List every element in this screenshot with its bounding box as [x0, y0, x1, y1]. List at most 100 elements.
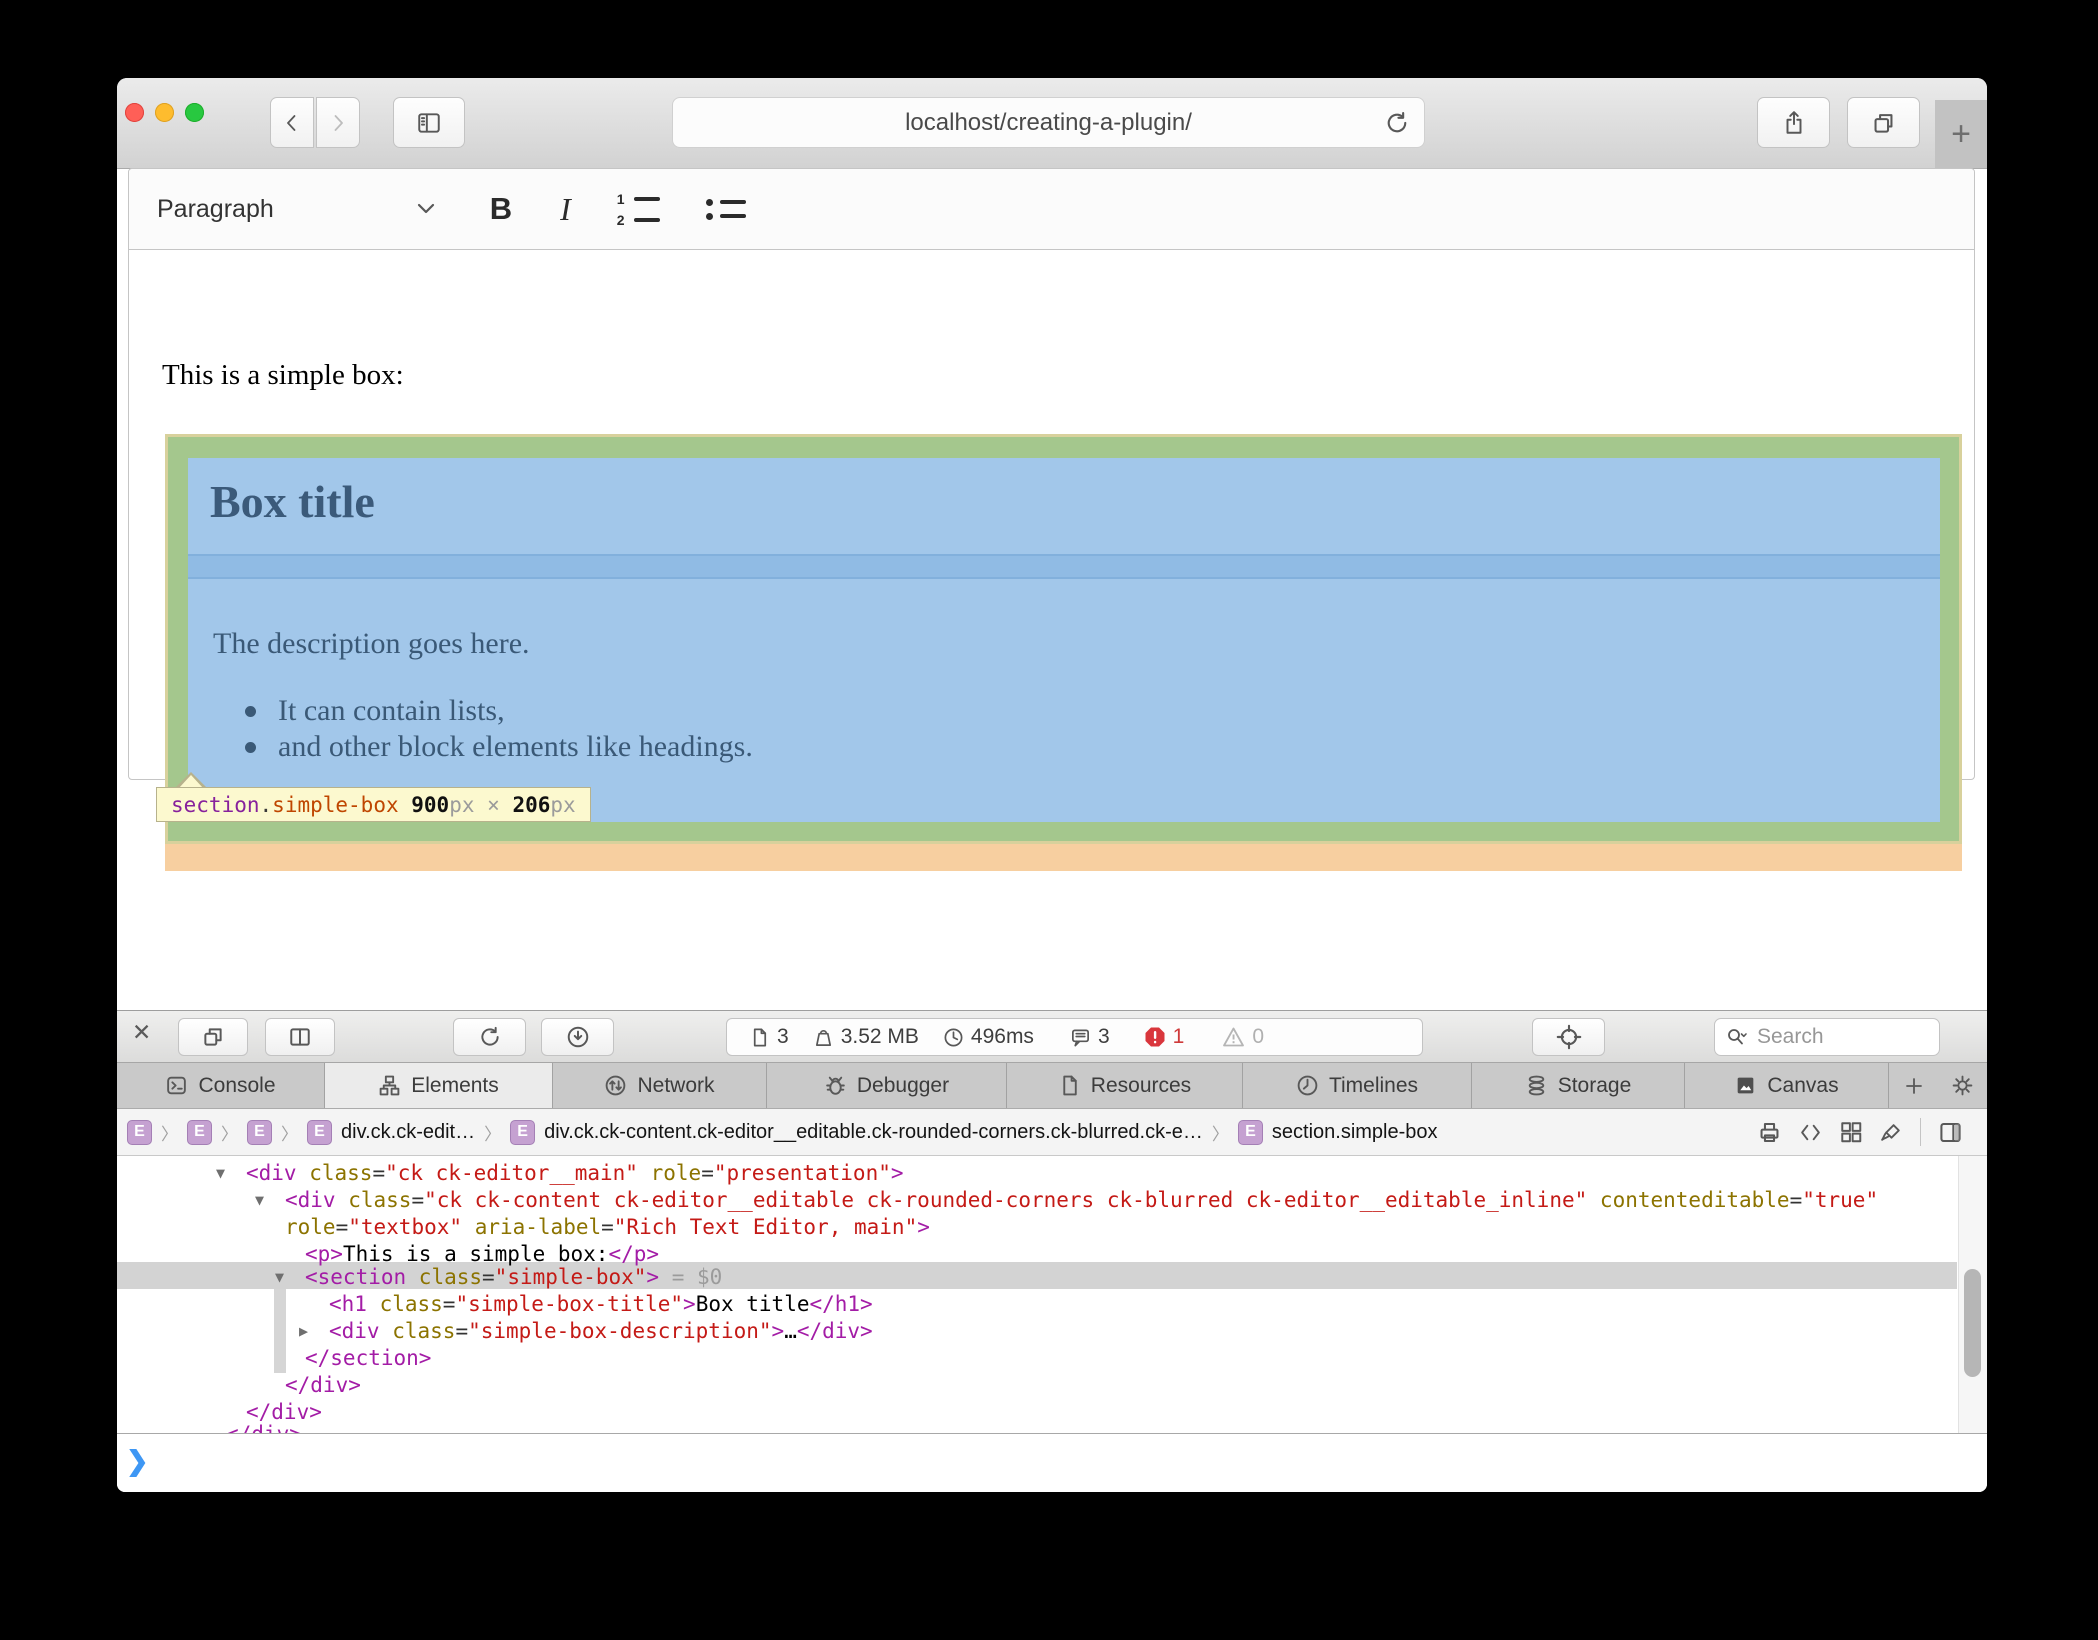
resource-count[interactable]: 3: [749, 1025, 789, 1049]
chevron-down-icon[interactable]: [416, 202, 436, 216]
url-field[interactable]: localhost/creating-a-plugin/: [672, 97, 1425, 148]
minimize-window-button[interactable]: [155, 103, 174, 122]
dom-node-line[interactable]: role="textbox" aria-label="Rich Text Edi…: [285, 1215, 930, 1239]
new-tab-button[interactable]: +: [1935, 100, 1987, 168]
dom-node-line[interactable]: ▼<div class="ck ck-content ck-editor__ed…: [285, 1188, 1878, 1212]
tab-canvas[interactable]: Canvas: [1685, 1063, 1889, 1108]
highlight-content-title: [188, 458, 1940, 554]
console-log-count[interactable]: 3: [1070, 1025, 1110, 1049]
disclosure-closed-icon[interactable]: ▶: [299, 1319, 308, 1343]
italic-button[interactable]: I: [560, 191, 571, 228]
plus-glyph: +: [1951, 115, 1971, 154]
tab-debugger[interactable]: Debugger: [767, 1063, 1007, 1108]
dom-node-line[interactable]: <p>This is a simple box:</p>: [305, 1242, 659, 1266]
paintbrush-icon[interactable]: [1880, 1121, 1903, 1144]
breadcrumb-item[interactable]: div.ck.ck-content.ck-editor__editable.ck…: [544, 1121, 1203, 1144]
disclosure-open-icon[interactable]: ▼: [216, 1161, 225, 1185]
split-view-button[interactable]: [265, 1018, 335, 1056]
breadcrumb-item[interactable]: div.ck.ck-edit…: [341, 1121, 475, 1144]
forward-button[interactable]: [316, 97, 360, 148]
simple-box-description[interactable]: The description goes here.: [213, 627, 530, 661]
element-badge[interactable]: E: [247, 1120, 272, 1145]
dock-windows-icon: [201, 1025, 225, 1049]
reload-icon[interactable]: [1384, 110, 1410, 136]
list-item[interactable]: and other block elements like headings.: [245, 729, 753, 765]
split-columns-icon: [288, 1025, 312, 1049]
chevron-right-icon: [327, 112, 349, 134]
breadcrumb-separator: 〉: [161, 1120, 178, 1145]
editor-paragraph[interactable]: This is a simple box:: [162, 359, 404, 392]
add-tab-button[interactable]: [1889, 1063, 1938, 1108]
scrollbar-thumb[interactable]: [1964, 1269, 1981, 1377]
back-button[interactable]: [270, 97, 314, 148]
canvas-icon: [1734, 1074, 1757, 1097]
dom-node-line[interactable]: </div>: [246, 1400, 322, 1424]
numbered-list-button[interactable]: 1 2: [617, 192, 660, 227]
inspector-search: [1714, 1018, 1940, 1056]
element-badge[interactable]: E: [510, 1120, 535, 1145]
search-input[interactable]: [1755, 1024, 1909, 1050]
download-button[interactable]: [541, 1018, 614, 1056]
close-inspector-button[interactable]: ✕: [132, 1019, 151, 1046]
page-weight[interactable]: 3.52 MB: [813, 1025, 919, 1049]
tab-elements[interactable]: Elements: [325, 1063, 553, 1108]
ol-digit: 1: [617, 192, 627, 206]
tab-storage[interactable]: Storage: [1472, 1063, 1685, 1108]
weight-icon: [813, 1027, 834, 1048]
print-styles-icon[interactable]: [1757, 1120, 1782, 1145]
tab-console[interactable]: Console: [117, 1063, 325, 1108]
dom-node-line[interactable]: <h1 class="simple-box-title">Box title</…: [329, 1292, 873, 1316]
highlight-margin-band: [188, 554, 1940, 579]
load-time[interactable]: 496ms: [943, 1025, 1034, 1049]
dom-node-line[interactable]: </div>: [285, 1373, 361, 1397]
dom-node-line[interactable]: ▼<section class="simple-box"> = $0: [305, 1265, 722, 1289]
show-tabs-button[interactable]: [1847, 97, 1920, 148]
inspector-toolbar: ✕ 3 3.52 MB: [117, 1011, 1987, 1063]
browser-window: localhost/creating-a-plugin/ + Paragraph…: [117, 78, 1987, 1492]
warning-count[interactable]: 0: [1222, 1025, 1264, 1049]
zoom-window-button[interactable]: [185, 103, 204, 122]
source-code-icon[interactable]: [1799, 1121, 1822, 1144]
close-window-button[interactable]: [125, 103, 144, 122]
bullet: [245, 706, 256, 717]
dom-node-line[interactable]: ▼<div class="ck ck-editor__main" role="p…: [246, 1161, 904, 1185]
simple-box-title[interactable]: Box title: [210, 475, 375, 528]
dom-node-line[interactable]: </div>: [226, 1422, 302, 1433]
error-count[interactable]: 1: [1144, 1025, 1185, 1049]
element-badge[interactable]: E: [127, 1120, 152, 1145]
console-prompt-row[interactable]: ❯: [117, 1433, 1987, 1492]
tabs-overview-icon: [1871, 110, 1896, 135]
details-sidebar-icon[interactable]: [1938, 1120, 1963, 1145]
grid-overlay-icon[interactable]: [1839, 1120, 1863, 1144]
element-picker-button[interactable]: [1532, 1018, 1605, 1056]
disclosure-open-icon[interactable]: ▼: [255, 1188, 264, 1212]
list-item[interactable]: It can contain lists,: [245, 693, 753, 729]
document-icon: [749, 1027, 770, 1048]
settings-button[interactable]: [1938, 1063, 1986, 1108]
disclosure-open-icon[interactable]: ▼: [275, 1265, 284, 1289]
dom-node-line[interactable]: ▶<div class="simple-box-description">…</…: [329, 1319, 873, 1343]
tooltip-class: simple-box: [272, 793, 398, 817]
indent-guide: [274, 1289, 286, 1373]
element-badge[interactable]: E: [307, 1120, 332, 1145]
tab-resources[interactable]: Resources: [1007, 1063, 1243, 1108]
dock-side-button[interactable]: [178, 1018, 248, 1056]
paragraph-dropdown[interactable]: Paragraph: [157, 195, 274, 224]
element-badge[interactable]: E: [1238, 1120, 1263, 1145]
element-badge[interactable]: E: [187, 1120, 212, 1145]
bold-button[interactable]: B: [490, 191, 512, 227]
tab-timelines[interactable]: Timelines: [1243, 1063, 1472, 1108]
breadcrumb-item-selected[interactable]: section.simple-box: [1272, 1121, 1438, 1144]
bulleted-list-button[interactable]: [706, 199, 746, 220]
scrollbar-track[interactable]: [1958, 1156, 1987, 1433]
breadcrumb: E 〉 E 〉 E 〉 E div.ck.ck-edit… 〉 E div.ck…: [117, 1109, 1987, 1156]
inspector-reload-button[interactable]: [453, 1018, 526, 1056]
url-text: localhost/creating-a-plugin/: [905, 109, 1192, 137]
simple-box-list[interactable]: It can contain lists,and other block ele…: [245, 693, 753, 765]
sidebar-toggle-button[interactable]: [393, 97, 465, 148]
network-icon: [604, 1074, 627, 1097]
dom-tree[interactable]: ▼<div class="ck ck-editor__main" role="p…: [117, 1156, 1987, 1433]
tab-network[interactable]: Network: [553, 1063, 767, 1108]
share-button[interactable]: [1757, 97, 1830, 148]
dom-node-line[interactable]: </section>: [305, 1346, 431, 1370]
